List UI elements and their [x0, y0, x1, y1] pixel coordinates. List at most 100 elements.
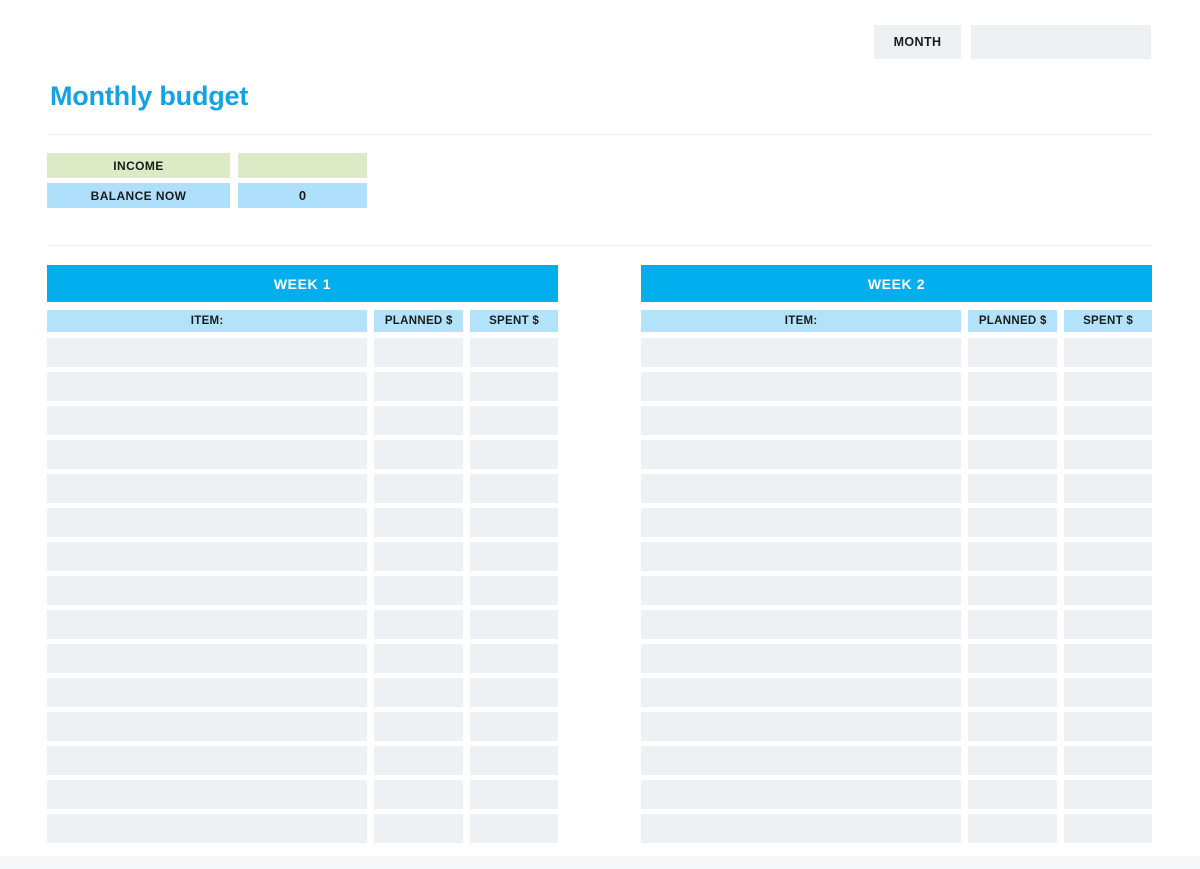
cell-spent[interactable] — [470, 712, 558, 741]
cell-spent[interactable] — [1064, 406, 1152, 435]
cell-spent[interactable] — [470, 678, 558, 707]
income-input[interactable] — [238, 153, 367, 178]
cell-item[interactable] — [641, 576, 961, 605]
cell-spent[interactable] — [1064, 780, 1152, 809]
cell-spent[interactable] — [470, 338, 558, 367]
cell-spent[interactable] — [1064, 814, 1152, 843]
table-row — [47, 678, 558, 707]
cell-item[interactable] — [47, 474, 367, 503]
cell-spent[interactable] — [470, 542, 558, 571]
cell-planned[interactable] — [374, 712, 463, 741]
cell-planned[interactable] — [374, 338, 463, 367]
cell-item[interactable] — [47, 372, 367, 401]
cell-item[interactable] — [641, 610, 961, 639]
cell-spent[interactable] — [470, 576, 558, 605]
month-selector: MONTH — [874, 25, 1151, 59]
cell-planned[interactable] — [968, 406, 1057, 435]
cell-spent[interactable] — [470, 474, 558, 503]
cell-spent[interactable] — [1064, 746, 1152, 775]
cell-spent[interactable] — [1064, 372, 1152, 401]
cell-spent[interactable] — [1064, 338, 1152, 367]
cell-planned[interactable] — [374, 508, 463, 537]
cell-item[interactable] — [641, 780, 961, 809]
table-row — [47, 338, 558, 367]
cell-planned[interactable] — [374, 406, 463, 435]
cell-spent[interactable] — [470, 780, 558, 809]
cell-planned[interactable] — [374, 610, 463, 639]
cell-spent[interactable] — [470, 746, 558, 775]
cell-item[interactable] — [641, 338, 961, 367]
cell-spent[interactable] — [470, 610, 558, 639]
cell-item[interactable] — [641, 542, 961, 571]
cell-planned[interactable] — [968, 678, 1057, 707]
table-row — [641, 440, 1152, 469]
cell-planned[interactable] — [968, 746, 1057, 775]
cell-item[interactable] — [641, 440, 961, 469]
cell-item[interactable] — [47, 576, 367, 605]
cell-planned[interactable] — [374, 746, 463, 775]
cell-planned[interactable] — [374, 814, 463, 843]
cell-item[interactable] — [47, 746, 367, 775]
cell-item[interactable] — [641, 678, 961, 707]
cell-spent[interactable] — [1064, 508, 1152, 537]
cell-item[interactable] — [47, 678, 367, 707]
cell-spent[interactable] — [1064, 440, 1152, 469]
cell-item[interactable] — [641, 406, 961, 435]
cell-planned[interactable] — [968, 576, 1057, 605]
table-row — [641, 474, 1152, 503]
cell-planned[interactable] — [968, 712, 1057, 741]
cell-planned[interactable] — [968, 610, 1057, 639]
cell-planned[interactable] — [968, 338, 1057, 367]
cell-planned[interactable] — [968, 780, 1057, 809]
cell-item[interactable] — [47, 712, 367, 741]
cell-planned[interactable] — [374, 644, 463, 673]
cell-spent[interactable] — [1064, 644, 1152, 673]
cell-planned[interactable] — [374, 542, 463, 571]
cell-item[interactable] — [641, 746, 961, 775]
cell-planned[interactable] — [968, 474, 1057, 503]
cell-spent[interactable] — [1064, 678, 1152, 707]
cell-item[interactable] — [47, 644, 367, 673]
cell-item[interactable] — [47, 406, 367, 435]
cell-item[interactable] — [47, 542, 367, 571]
column-header-item: ITEM: — [641, 310, 962, 332]
cell-planned[interactable] — [374, 576, 463, 605]
cell-spent[interactable] — [470, 406, 558, 435]
cell-spent[interactable] — [470, 372, 558, 401]
cell-planned[interactable] — [968, 508, 1057, 537]
cell-spent[interactable] — [470, 440, 558, 469]
cell-planned[interactable] — [968, 542, 1057, 571]
cell-spent[interactable] — [1064, 610, 1152, 639]
cell-item[interactable] — [47, 780, 367, 809]
cell-spent[interactable] — [470, 508, 558, 537]
cell-item[interactable] — [641, 644, 961, 673]
cell-item[interactable] — [47, 440, 367, 469]
cell-planned[interactable] — [374, 780, 463, 809]
cell-item[interactable] — [641, 814, 961, 843]
cell-item[interactable] — [641, 712, 961, 741]
cell-planned[interactable] — [374, 372, 463, 401]
table-row — [47, 508, 558, 537]
cell-item[interactable] — [641, 372, 961, 401]
cell-planned[interactable] — [968, 814, 1057, 843]
cell-planned[interactable] — [374, 440, 463, 469]
cell-item[interactable] — [641, 474, 961, 503]
cell-spent[interactable] — [470, 814, 558, 843]
cell-spent[interactable] — [1064, 542, 1152, 571]
month-input[interactable] — [971, 25, 1151, 59]
cell-item[interactable] — [47, 610, 367, 639]
cell-spent[interactable] — [1064, 712, 1152, 741]
cell-planned[interactable] — [374, 474, 463, 503]
cell-item[interactable] — [641, 508, 961, 537]
cell-planned[interactable] — [968, 440, 1057, 469]
cell-spent[interactable] — [1064, 576, 1152, 605]
cell-planned[interactable] — [374, 678, 463, 707]
table-row — [641, 780, 1152, 809]
cell-planned[interactable] — [968, 644, 1057, 673]
cell-item[interactable] — [47, 508, 367, 537]
cell-item[interactable] — [47, 338, 367, 367]
cell-planned[interactable] — [968, 372, 1057, 401]
cell-item[interactable] — [47, 814, 367, 843]
cell-spent[interactable] — [1064, 474, 1152, 503]
cell-spent[interactable] — [470, 644, 558, 673]
